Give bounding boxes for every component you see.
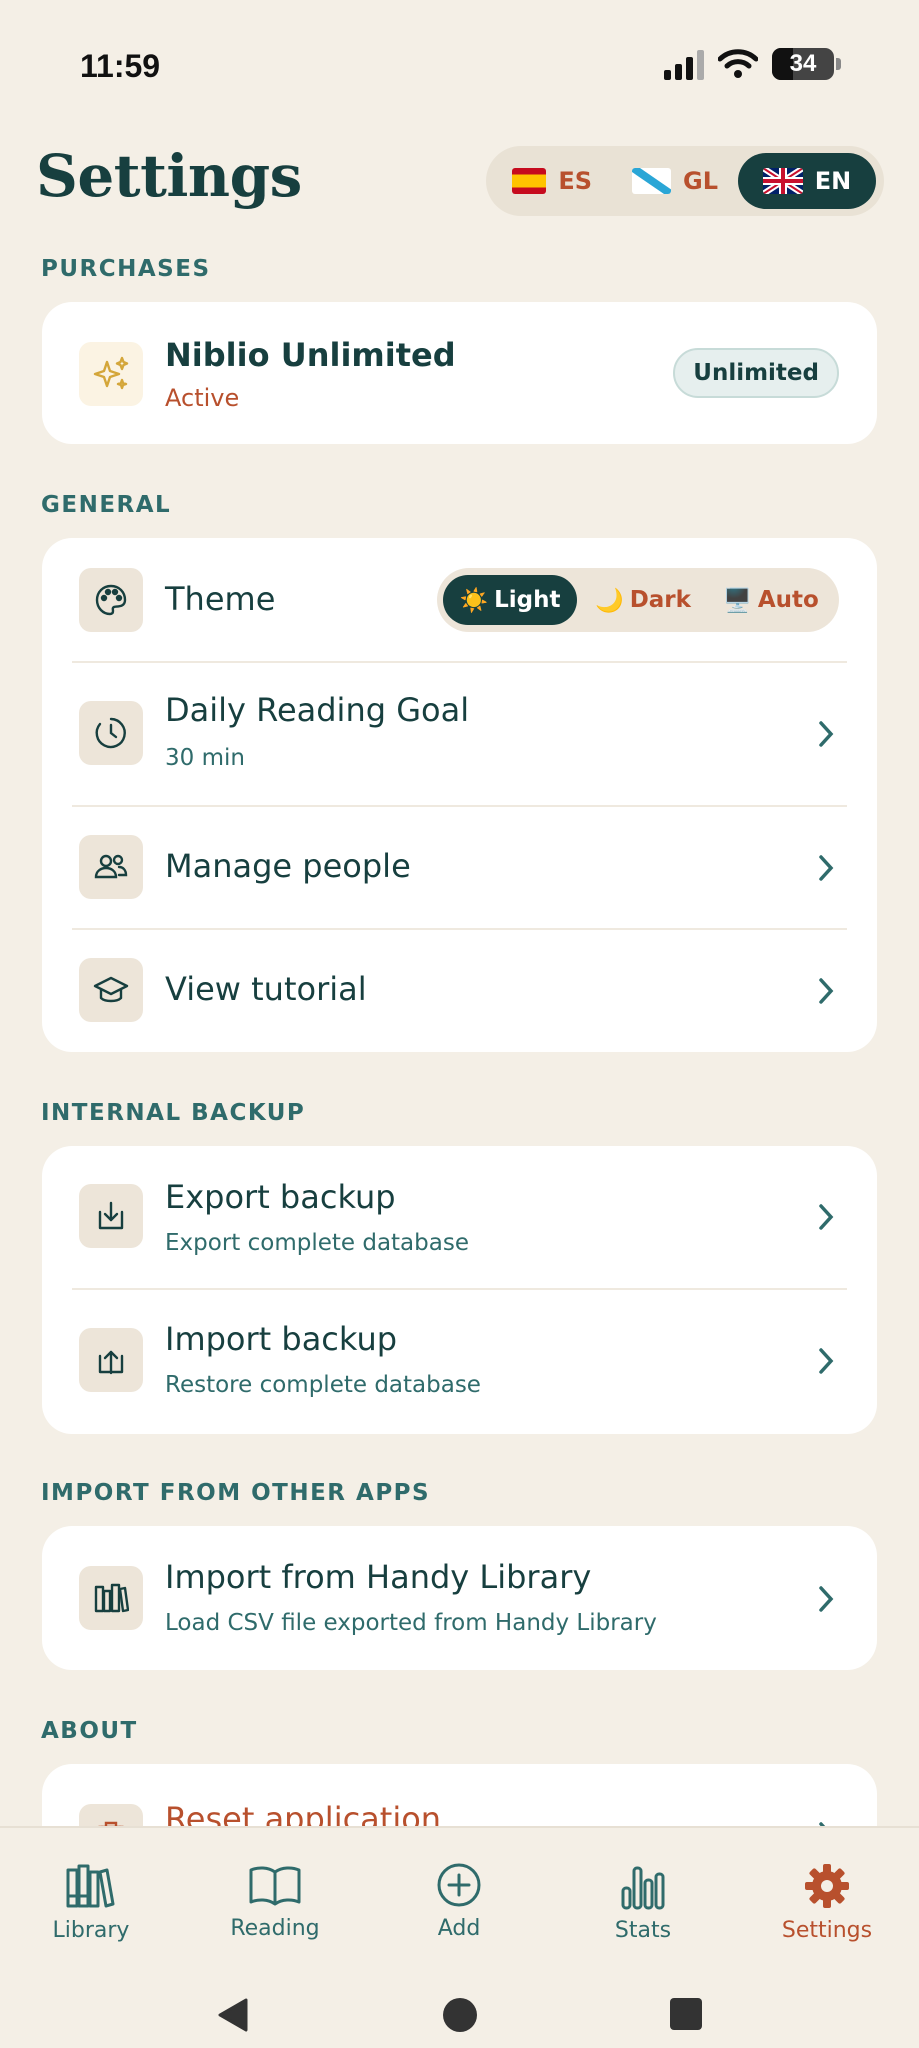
- spain-flag-icon: [512, 168, 547, 194]
- nav-label-add: Add: [437, 1916, 481, 1941]
- tutorial-row[interactable]: View tutorial: [42, 930, 877, 1052]
- sparkles-icon: [79, 342, 143, 406]
- nav-library[interactable]: Library: [21, 1862, 161, 1943]
- export-backup-title: Export backup: [165, 1178, 396, 1216]
- galicia-flag-icon: [632, 168, 671, 194]
- general-card: Theme ☀️ Light 🌙 Dark 🖥️ Auto Daily Read…: [42, 538, 877, 1052]
- upload-icon: [79, 1328, 143, 1392]
- theme-option-auto[interactable]: 🖥️ Auto: [709, 575, 833, 625]
- chevron-right-icon: [813, 1346, 839, 1376]
- download-icon: [79, 1184, 143, 1248]
- import-backup-row[interactable]: Import backup Restore complete database: [42, 1290, 877, 1432]
- theme-label-auto: Auto: [757, 587, 819, 613]
- system-navigation-bar: [0, 1986, 919, 2046]
- bottom-navigation: Library Reading Add Stats Settings: [0, 1826, 919, 2048]
- books-icon: [79, 1566, 143, 1630]
- manage-people-row[interactable]: Manage people: [42, 807, 877, 929]
- theme-selector: ☀️ Light 🌙 Dark 🖥️ Auto: [437, 568, 839, 632]
- purchase-status: Active: [165, 384, 240, 412]
- daily-goal-row[interactable]: Daily Reading Goal 30 min: [42, 663, 877, 805]
- signal-icon: [664, 48, 704, 80]
- stats-icon: [621, 1866, 665, 1910]
- add-icon: [437, 1863, 481, 1907]
- lang-label-gl: GL: [683, 167, 718, 195]
- section-label-about: ABOUT: [41, 1718, 138, 1744]
- sun-icon: ☀️: [459, 587, 489, 614]
- palette-icon: [79, 568, 143, 632]
- internal-backup-card: Export backup Export complete database I…: [42, 1146, 877, 1434]
- import-handy-title: Import from Handy Library: [165, 1558, 592, 1596]
- lang-label-es: ES: [558, 167, 592, 195]
- book-icon: [249, 1866, 301, 1906]
- lang-option-en[interactable]: EN: [738, 153, 876, 209]
- lang-option-gl[interactable]: GL: [612, 153, 738, 209]
- unlimited-badge: Unlimited: [673, 348, 839, 398]
- tutorial-title: View tutorial: [165, 970, 367, 1008]
- section-label-internal-backup: INTERNAL BACKUP: [41, 1100, 306, 1126]
- battery-icon: 34: [772, 48, 841, 80]
- manage-people-title: Manage people: [165, 847, 411, 885]
- import-handy-sub: Load CSV file exported from Handy Librar…: [165, 1610, 657, 1636]
- library-icon: [66, 1864, 115, 1908]
- timer-icon: [79, 701, 143, 765]
- nav-label-stats: Stats: [614, 1918, 672, 1943]
- chevron-right-icon: [813, 976, 839, 1006]
- export-backup-row[interactable]: Export backup Export complete database: [42, 1146, 877, 1288]
- export-backup-sub: Export complete database: [165, 1230, 469, 1256]
- lang-option-es[interactable]: ES: [492, 153, 612, 209]
- recents-icon[interactable]: [668, 1996, 704, 2032]
- import-backup-title: Import backup: [165, 1320, 398, 1358]
- people-icon: [79, 835, 143, 899]
- section-label-general: GENERAL: [41, 492, 172, 518]
- nav-label-settings: Settings: [781, 1918, 873, 1943]
- nav-label-library: Library: [52, 1918, 130, 1943]
- import-handy-row[interactable]: Import from Handy Library Load CSV file …: [42, 1526, 877, 1670]
- theme-label-light: Light: [494, 587, 561, 613]
- nav-add[interactable]: Add: [389, 1862, 529, 1941]
- nav-label-reading: Reading: [230, 1916, 320, 1941]
- theme-title: Theme: [165, 580, 276, 618]
- uk-flag-icon: [762, 168, 803, 194]
- lang-label-en: EN: [814, 167, 852, 195]
- moon-icon: 🌙: [595, 587, 624, 614]
- back-icon[interactable]: [214, 1996, 252, 2034]
- chevron-right-icon: [813, 719, 839, 749]
- nav-settings[interactable]: Settings: [757, 1862, 897, 1943]
- graduation-cap-icon: [79, 958, 143, 1022]
- monitor-icon: 🖥️: [723, 587, 752, 614]
- language-switch: ES GL EN: [486, 146, 884, 216]
- purchases-card[interactable]: Niblio Unlimited Active Unlimited: [42, 302, 877, 444]
- gear-icon: [805, 1864, 849, 1908]
- section-label-import-other: IMPORT FROM OTHER APPS: [41, 1480, 431, 1506]
- theme-label-dark: Dark: [629, 587, 691, 613]
- theme-option-light[interactable]: ☀️ Light: [443, 575, 577, 625]
- wifi-icon: [718, 49, 758, 78]
- nav-reading[interactable]: Reading: [205, 1862, 345, 1941]
- battery-level: 34: [789, 50, 817, 77]
- nav-stats[interactable]: Stats: [573, 1862, 713, 1943]
- chevron-right-icon: [813, 1202, 839, 1232]
- daily-goal-title: Daily Reading Goal: [165, 691, 470, 729]
- daily-goal-value: 30 min: [165, 745, 245, 771]
- chevron-right-icon: [813, 853, 839, 883]
- status-time: 11:59: [80, 48, 161, 84]
- section-label-purchases: PURCHASES: [41, 256, 211, 282]
- theme-option-dark[interactable]: 🌙 Dark: [581, 575, 705, 625]
- status-bar: 11:59 34: [0, 0, 919, 120]
- chevron-right-icon: [813, 1584, 839, 1614]
- purchase-title: Niblio Unlimited: [165, 336, 456, 374]
- page-title: Settings: [36, 142, 302, 210]
- status-icons: 34: [664, 48, 841, 80]
- import-other-card: Import from Handy Library Load CSV file …: [42, 1526, 877, 1670]
- import-backup-sub: Restore complete database: [165, 1372, 481, 1398]
- home-icon[interactable]: [441, 1996, 479, 2034]
